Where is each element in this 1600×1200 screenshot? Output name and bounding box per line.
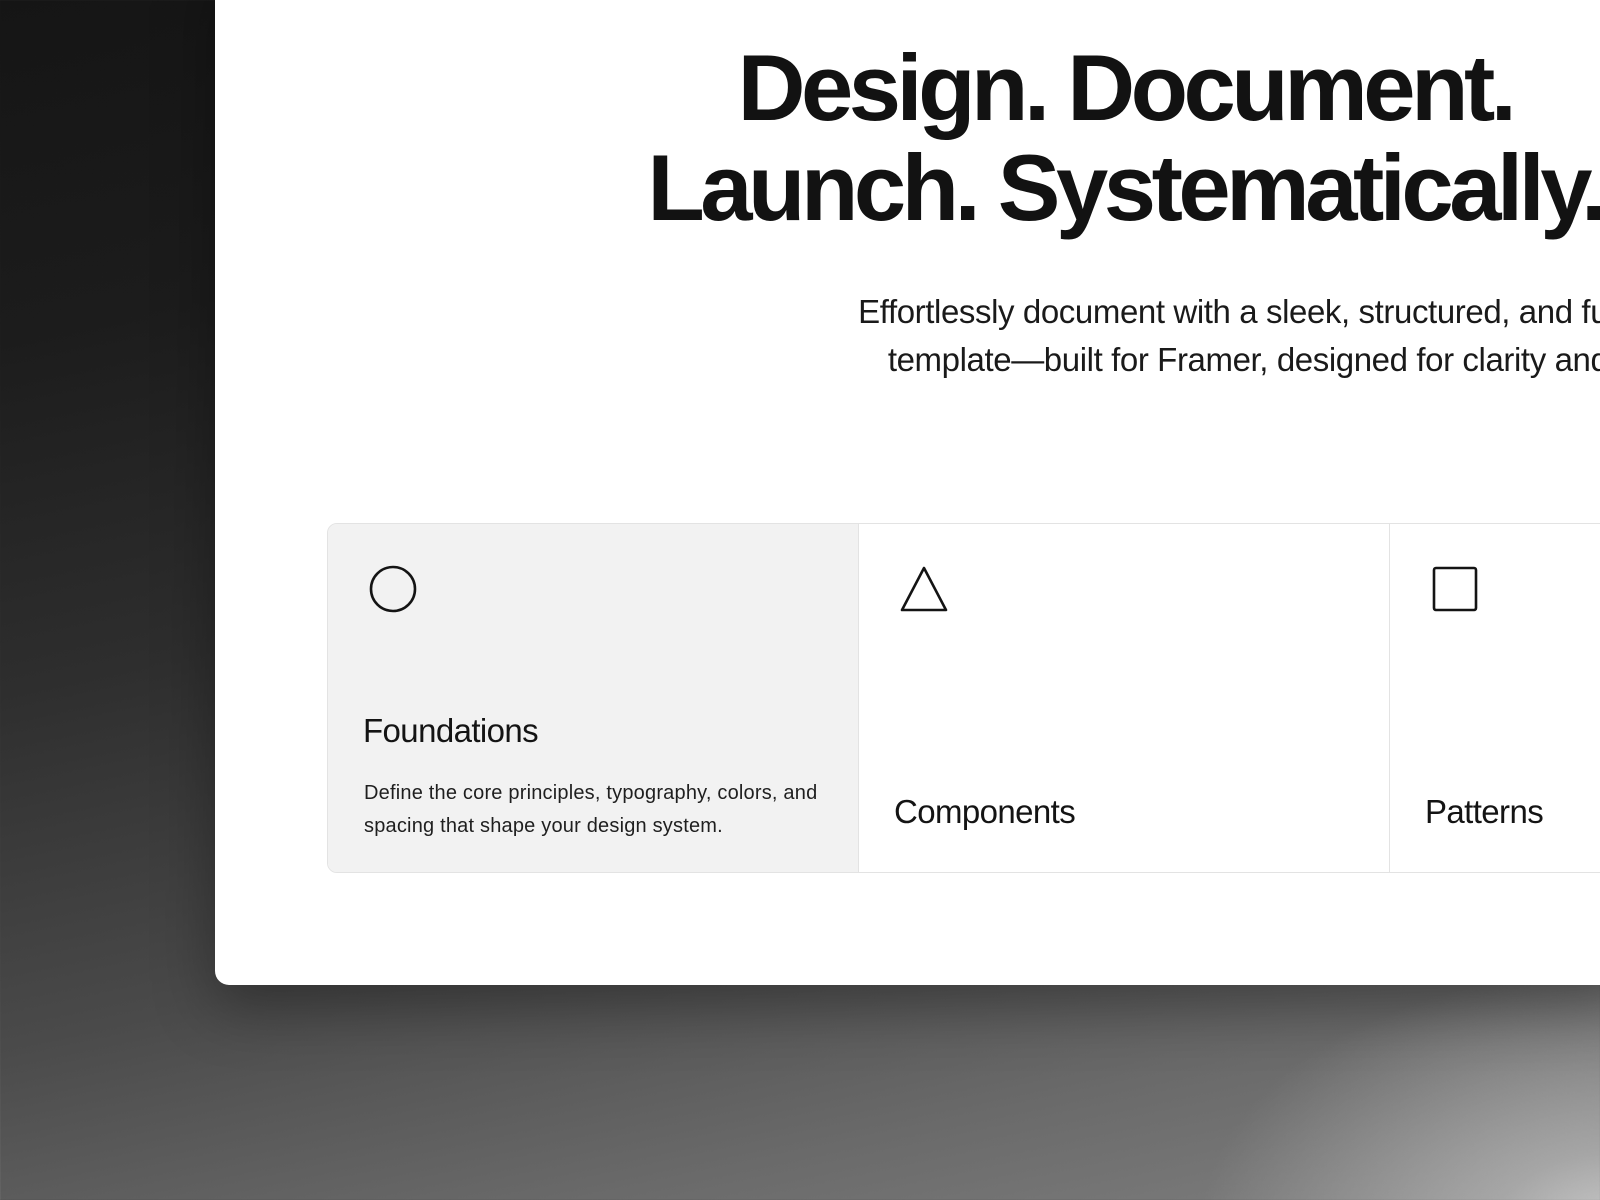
card-title: Components: [894, 793, 1076, 830]
circle-icon: [369, 565, 417, 613]
subtitle-line-1: Effortlessly document with a sleek, stru…: [858, 293, 1600, 330]
triangle-icon: [900, 566, 948, 612]
card-components[interactable]: Components: [859, 524, 1390, 872]
hero-subtitle: Effortlessly document with a sleek, stru…: [755, 288, 1600, 384]
subtitle-line-2: template—built for Framer, designed for …: [887, 341, 1600, 378]
card-patterns[interactable]: Patterns: [1390, 524, 1600, 872]
app-window: Design. Document. Launch. Systematically…: [215, 0, 1600, 985]
card-title: Foundations: [363, 712, 539, 749]
card-description: Define the core principles, typography, …: [364, 782, 818, 837]
headline-line-1: Design. Document.: [737, 35, 1517, 140]
card-title: Patterns: [1425, 793, 1544, 830]
headline-line-2: Launch. Systematically.: [647, 135, 1600, 240]
square-icon: [1432, 566, 1478, 612]
card-foundations[interactable]: Foundations Define the core principles, …: [328, 524, 859, 872]
feature-cards: Foundations Define the core principles, …: [327, 523, 1600, 873]
hero-headline: Design. Document. Launch. Systematically…: [625, 38, 1600, 238]
